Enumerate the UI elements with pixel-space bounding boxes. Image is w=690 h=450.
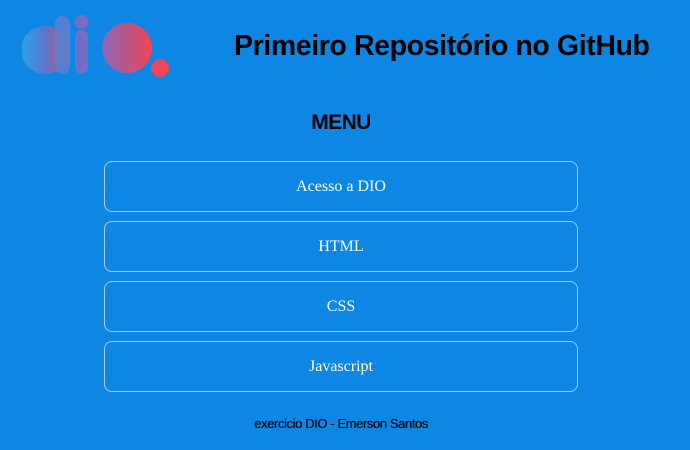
footer-credit: exercicio DIO - Emerson Santos bbox=[254, 416, 428, 431]
menu-item-acesso-dio[interactable]: Acesso a DIO bbox=[104, 161, 578, 212]
menu-list: Acesso a DIO HTML CSS Javascript bbox=[104, 161, 578, 401]
menu-item-css[interactable]: CSS bbox=[104, 281, 578, 332]
dio-logo-icon bbox=[21, 14, 172, 78]
page-title: Primeiro Repositório no GitHub bbox=[234, 30, 650, 62]
menu-item-javascript[interactable]: Javascript bbox=[104, 341, 578, 392]
menu-heading: MENU bbox=[311, 111, 371, 134]
menu-item-html[interactable]: HTML bbox=[104, 221, 578, 272]
